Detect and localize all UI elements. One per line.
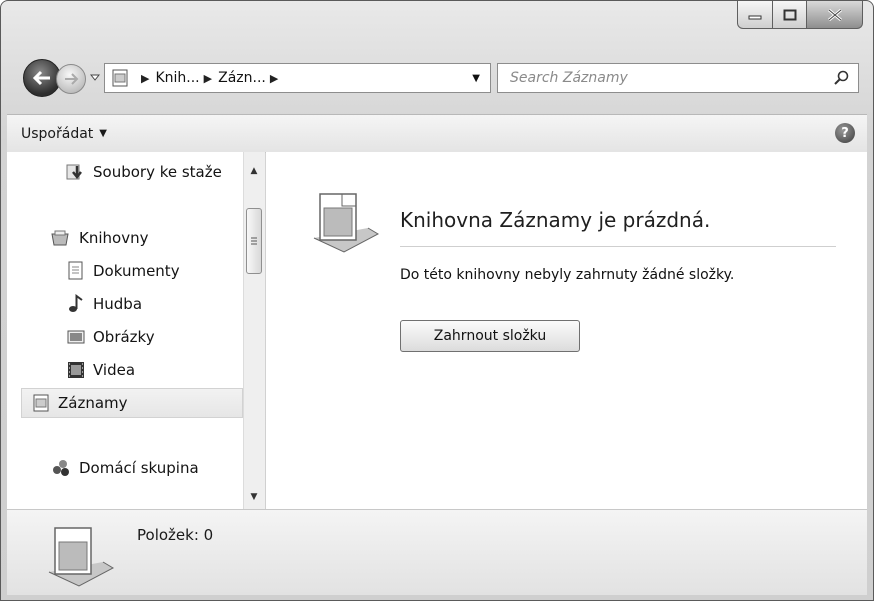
scroll-down-arrow-icon[interactable]: ▼ [244, 488, 264, 506]
maximize-button[interactable] [773, 1, 807, 29]
recent-pages-button[interactable] [89, 71, 101, 85]
details-pane: Položek: 0 [7, 509, 867, 595]
navigation-pane: Soubory ke staže Knihovny Dokumenty Hudb… [7, 152, 244, 509]
item-count: Položek: 0 [137, 526, 214, 544]
forward-arrow-icon [65, 73, 79, 85]
grip-icon [251, 237, 257, 245]
empty-library-title: Knihovna Záznamy je prázdná. [400, 208, 711, 232]
library-large-icon [313, 193, 380, 253]
maximize-icon [783, 9, 796, 20]
homegroup-icon [53, 460, 69, 476]
music-icon [69, 294, 83, 312]
breadcrumb-root[interactable]: ▶ [137, 72, 155, 85]
explorer-window: ▶ Knih... ▶ Zázn... ▶ ▼ Search Záznamy Usp… [0, 0, 874, 601]
window-controls [737, 1, 863, 29]
organize-label: Uspořádat [21, 125, 94, 142]
sidebar-item-videos[interactable]: Videa [67, 360, 135, 380]
content-pane: Knihovna Záznamy je prázdná. Do této kni… [266, 152, 867, 509]
picture-icon [67, 330, 85, 344]
command-bar: Uspořádat ▼ ? [7, 114, 867, 153]
search-icon [834, 70, 849, 85]
sidebar-item-homegroup[interactable]: Domácí skupina [51, 458, 199, 478]
chevron-down-icon [90, 74, 100, 81]
library-status-icon [48, 527, 115, 587]
library-icon [112, 69, 128, 87]
sidebar-item-downloads[interactable]: Soubory ke staže [65, 162, 222, 182]
search-placeholder: Search Záznamy [510, 70, 628, 86]
minimize-icon [748, 15, 762, 19]
close-button[interactable] [807, 1, 863, 29]
divider [400, 246, 836, 247]
breadcrumb-segment[interactable]: Knih... ▶ [155, 70, 218, 86]
sidebar-item-pictures[interactable]: Obrázky [67, 327, 155, 347]
forward-button[interactable] [56, 64, 86, 94]
empty-library-description: Do této knihovny nebyly zahrnuty žádné s… [400, 267, 735, 283]
sidebar-item-documents[interactable]: Dokumenty [67, 261, 180, 281]
chevron-down-icon: ▼ [99, 128, 107, 139]
address-dropdown-icon[interactable]: ▼ [472, 73, 480, 84]
help-icon[interactable]: ? [835, 123, 855, 143]
breadcrumb-segment[interactable]: Zázn... ▶ [218, 70, 284, 86]
include-folder-button[interactable]: Zahrnout složku [400, 320, 580, 352]
sidebar-item-recordings[interactable]: Záznamy [21, 388, 243, 418]
sidebar-scrollbar[interactable]: ▲ ▼ [243, 152, 265, 509]
scrollbar-thumb[interactable] [246, 208, 262, 274]
address-bar[interactable]: ▶ Knih... ▶ Zázn... ▶ ▼ [104, 63, 491, 93]
recordings-icon [33, 394, 49, 412]
libraries-icon [51, 230, 69, 246]
minimize-button[interactable] [737, 1, 773, 29]
sidebar-item-libraries[interactable]: Knihovny [51, 228, 148, 248]
downloads-icon [66, 164, 82, 180]
scroll-up-arrow-icon[interactable]: ▲ [244, 162, 264, 180]
close-icon [827, 8, 842, 21]
video-icon [68, 362, 84, 378]
search-box[interactable]: Search Záznamy [497, 63, 859, 93]
sidebar-item-music[interactable]: Hudba [67, 294, 142, 314]
document-icon [68, 261, 83, 280]
back-arrow-icon [32, 70, 50, 86]
navigation-bar: ▶ Knih... ▶ Zázn... ▶ ▼ Search Záznamy [23, 59, 859, 97]
organize-button[interactable]: Uspořádat ▼ [21, 126, 107, 142]
